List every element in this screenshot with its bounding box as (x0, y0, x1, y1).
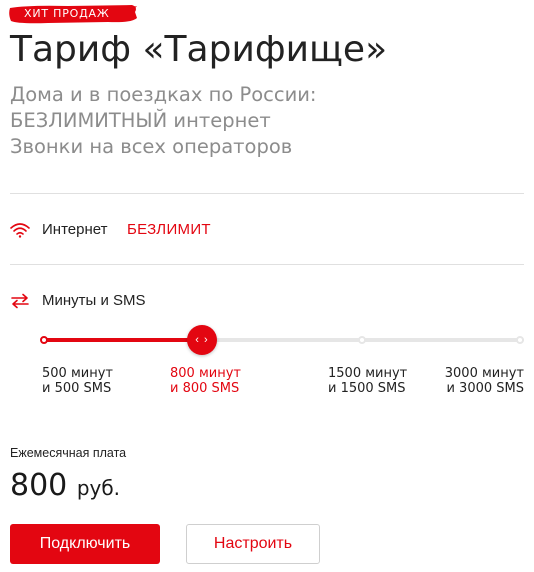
badge-label: ХИТ ПРОДАЖ (24, 7, 110, 20)
option-line: и 500 SMS (42, 381, 112, 396)
option-line: 1500 минут (328, 366, 408, 381)
description-line: Дома и в поездках по России: (10, 83, 317, 106)
internet-label: Интернет (42, 221, 108, 238)
option-1500[interactable]: 1500 минут и 1500 SMS (328, 366, 407, 396)
option-line: 3000 минут (444, 366, 524, 381)
tariff-description: Дома и в поездках по России: БЕЗЛИМИТНЫЙ… (10, 82, 317, 160)
slider-thumb[interactable]: ‹ › (187, 325, 217, 355)
description-line: БЕЗЛИМИТНЫЙ интернет (10, 109, 271, 132)
option-line: и 1500 SMS (328, 381, 406, 396)
tariff-title: Тариф «Тарифище» (10, 29, 388, 70)
option-800[interactable]: 800 минут и 800 SMS (170, 366, 241, 396)
option-line: 500 минут (42, 366, 113, 381)
slider-stop-500[interactable] (40, 336, 48, 344)
option-line: и 800 SMS (170, 381, 240, 396)
option-line: 800 минут (170, 366, 241, 381)
internet-value: БЕЗЛИМИТ (127, 221, 211, 238)
wifi-icon (10, 223, 30, 238)
slider-fill (42, 338, 202, 342)
monthly-fee-label: Ежемесячная плата (10, 446, 127, 460)
swap-arrows-icon (11, 293, 29, 309)
configure-button[interactable]: Настроить (186, 524, 320, 564)
description-line: Звонки на всех операторов (10, 135, 293, 158)
slider-stop-1500[interactable] (358, 336, 366, 344)
divider (10, 193, 524, 194)
slider-stop-3000[interactable] (516, 336, 524, 344)
fee-amount: 800 (10, 468, 68, 503)
fee-currency: руб. (76, 476, 121, 500)
option-line: и 3000 SMS (446, 381, 524, 396)
divider (10, 264, 524, 265)
option-3000[interactable]: 3000 минут и 3000 SMS (445, 366, 524, 396)
monthly-fee-value: 800 руб. (10, 468, 120, 503)
hit-badge: ХИТ ПРОДАЖ (8, 4, 138, 24)
minutes-sms-label: Минуты и SMS (42, 292, 146, 309)
connect-button[interactable]: Подключить (10, 524, 160, 564)
option-500[interactable]: 500 минут и 500 SMS (42, 366, 113, 396)
minutes-slider-track[interactable] (42, 338, 524, 342)
